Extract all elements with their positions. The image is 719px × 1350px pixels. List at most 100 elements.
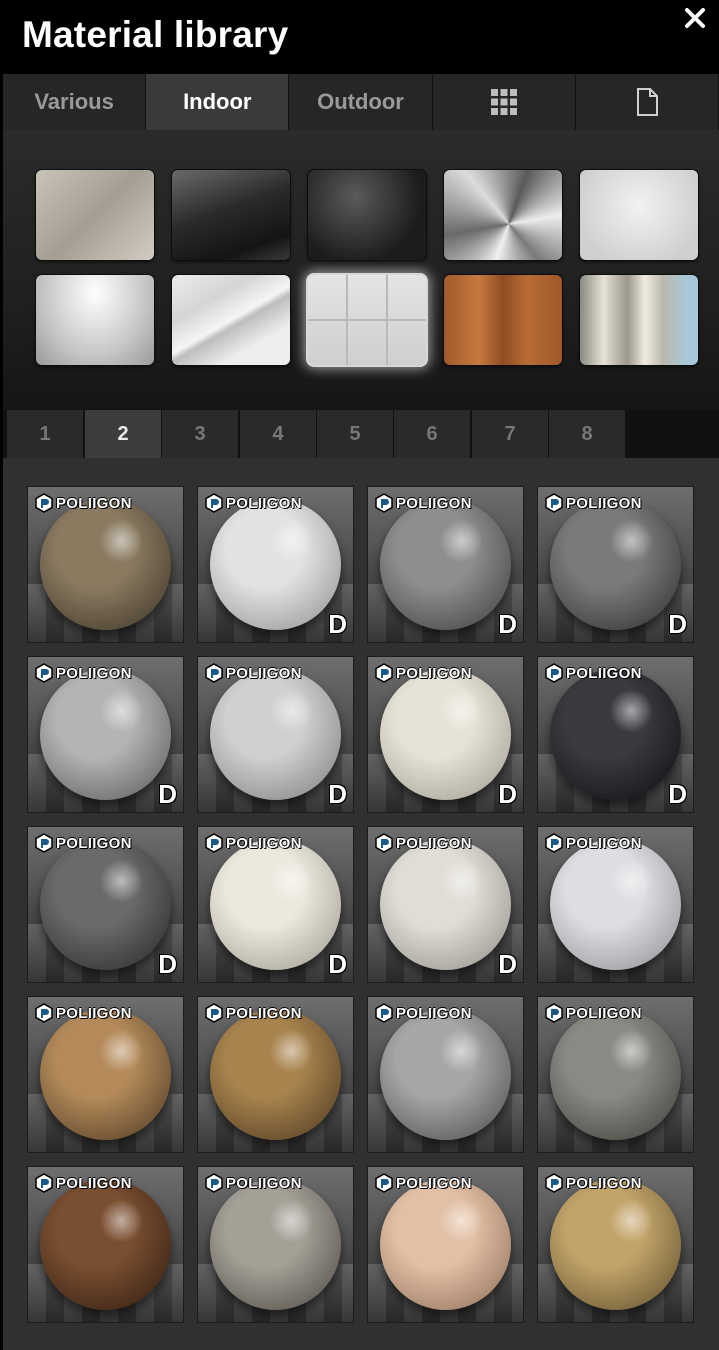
quick-materials-panel [3, 130, 719, 410]
curtain-swatch[interactable] [580, 275, 698, 365]
material-tile[interactable]: POLIIGON D [538, 657, 693, 812]
material-tile[interactable]: POLIIGON D [198, 657, 353, 812]
material-sphere [380, 669, 511, 800]
poliigon-logo: POLIIGON [374, 663, 472, 683]
material-tile[interactable]: POLIIGON [198, 997, 353, 1152]
poliigon-label: POLIIGON [566, 1004, 642, 1022]
page-tab-7[interactable]: 7 [472, 410, 548, 458]
poliigon-logo: POLIIGON [544, 1173, 642, 1193]
download-badge: D [158, 779, 177, 809]
poliigon-logo-icon [205, 1003, 223, 1023]
tab-various[interactable]: Various [3, 74, 147, 130]
poliigon-label: POLIIGON [396, 494, 472, 512]
poliigon-logo-icon [205, 663, 223, 683]
poliigon-label: POLIIGON [56, 664, 132, 682]
material-tile[interactable]: POLIIGON [538, 997, 693, 1152]
poliigon-logo: POLIIGON [34, 833, 132, 853]
poliigon-logo: POLIIGON [204, 663, 302, 683]
material-tile[interactable]: POLIIGON [28, 997, 183, 1152]
dark-glossy-swatch[interactable] [172, 170, 290, 260]
leather-swatch[interactable] [308, 170, 426, 260]
brushed-metal-swatch[interactable] [444, 170, 562, 260]
page-tab-8[interactable]: 8 [549, 410, 625, 458]
material-tile[interactable]: POLIIGON D [368, 657, 523, 812]
material-sphere [380, 499, 511, 630]
tab-file[interactable] [575, 74, 719, 130]
material-tile[interactable]: POLIIGON [538, 827, 693, 982]
poliigon-label: POLIIGON [396, 834, 472, 852]
poliigon-logo: POLIIGON [34, 1173, 132, 1193]
close-icon[interactable] [683, 6, 707, 30]
download-badge: D [158, 949, 177, 979]
document-icon [636, 88, 658, 116]
poliigon-logo: POLIIGON [544, 833, 642, 853]
material-sphere [550, 839, 681, 970]
poliigon-logo-icon [545, 1003, 563, 1023]
poliigon-label: POLIIGON [226, 664, 302, 682]
poliigon-logo-icon [545, 493, 563, 513]
stucco-swatch[interactable] [580, 170, 698, 260]
material-tile[interactable]: POLIIGON D [198, 487, 353, 642]
marble-swatch[interactable] [172, 275, 290, 365]
page-tab-5[interactable]: 5 [317, 410, 393, 458]
material-tile[interactable]: POLIIGON D [28, 657, 183, 812]
material-sphere [550, 669, 681, 800]
material-tile[interactable]: POLIIGON [198, 1167, 353, 1322]
poliigon-label: POLIIGON [56, 1004, 132, 1022]
poliigon-label: POLIIGON [56, 834, 132, 852]
download-badge: D [328, 779, 347, 809]
wood-parquet-swatch[interactable] [444, 275, 562, 365]
poliigon-logo: POLIIGON [34, 493, 132, 513]
tab-outdoor-label: Outdoor [317, 89, 404, 114]
tab-various-label: Various [34, 89, 114, 114]
white-gloss-swatch[interactable] [36, 275, 154, 365]
poliigon-label: POLIIGON [566, 834, 642, 852]
poliigon-logo-icon [375, 1003, 393, 1023]
poliigon-logo-icon [35, 1173, 53, 1193]
tab-outdoor[interactable]: Outdoor [289, 74, 433, 130]
material-tile[interactable]: POLIIGON D [198, 827, 353, 982]
poliigon-label: POLIIGON [226, 834, 302, 852]
material-sphere [210, 1009, 341, 1140]
poliigon-logo: POLIIGON [374, 1173, 472, 1193]
poliigon-logo-icon [35, 833, 53, 853]
poliigon-logo-icon [375, 833, 393, 853]
poliigon-label: POLIIGON [566, 1174, 642, 1192]
material-tile[interactable]: POLIIGON [28, 1167, 183, 1322]
poliigon-logo-icon [375, 663, 393, 683]
tab-indoor[interactable]: Indoor [146, 74, 290, 130]
tab-grid-view[interactable] [432, 74, 576, 130]
material-tile[interactable]: POLIIGON [368, 997, 523, 1152]
page-tab-2[interactable]: 2 [85, 410, 161, 458]
material-tile[interactable]: POLIIGON D [538, 487, 693, 642]
download-badge: D [498, 609, 517, 639]
white-tile-swatch[interactable] [308, 275, 426, 365]
grid-icon [490, 89, 517, 115]
poliigon-label: POLIIGON [226, 494, 302, 512]
poliigon-logo: POLIIGON [374, 493, 472, 513]
poliigon-logo: POLIIGON [374, 1003, 472, 1023]
material-tile[interactable]: POLIIGON D [28, 827, 183, 982]
poliigon-label: POLIIGON [396, 1174, 472, 1192]
page-tab-1[interactable]: 1 [7, 410, 83, 458]
material-tile[interactable]: POLIIGON [368, 1167, 523, 1322]
material-sphere [210, 839, 341, 970]
material-tile[interactable]: POLIIGON [538, 1167, 693, 1322]
poliigon-logo: POLIIGON [544, 663, 642, 683]
page-tab-3[interactable]: 3 [162, 410, 238, 458]
poliigon-logo: POLIIGON [374, 833, 472, 853]
material-sphere [40, 499, 171, 630]
material-grid: POLIIGON POLIIGON D POLIIGON D POLIIGON D POLII… [3, 458, 719, 1350]
material-sphere [550, 1009, 681, 1140]
poliigon-logo: POLIIGON [204, 1003, 302, 1023]
fabric-swatch[interactable] [36, 170, 154, 260]
material-sphere [210, 499, 341, 630]
material-tile[interactable]: POLIIGON [28, 487, 183, 642]
page-tab-4[interactable]: 4 [240, 410, 316, 458]
poliigon-logo-icon [545, 833, 563, 853]
material-tile[interactable]: POLIIGON D [368, 827, 523, 982]
page-tab-6[interactable]: 6 [394, 410, 470, 458]
poliigon-label: POLIIGON [396, 1004, 472, 1022]
material-tile[interactable]: POLIIGON D [368, 487, 523, 642]
poliigon-logo: POLIIGON [544, 493, 642, 513]
